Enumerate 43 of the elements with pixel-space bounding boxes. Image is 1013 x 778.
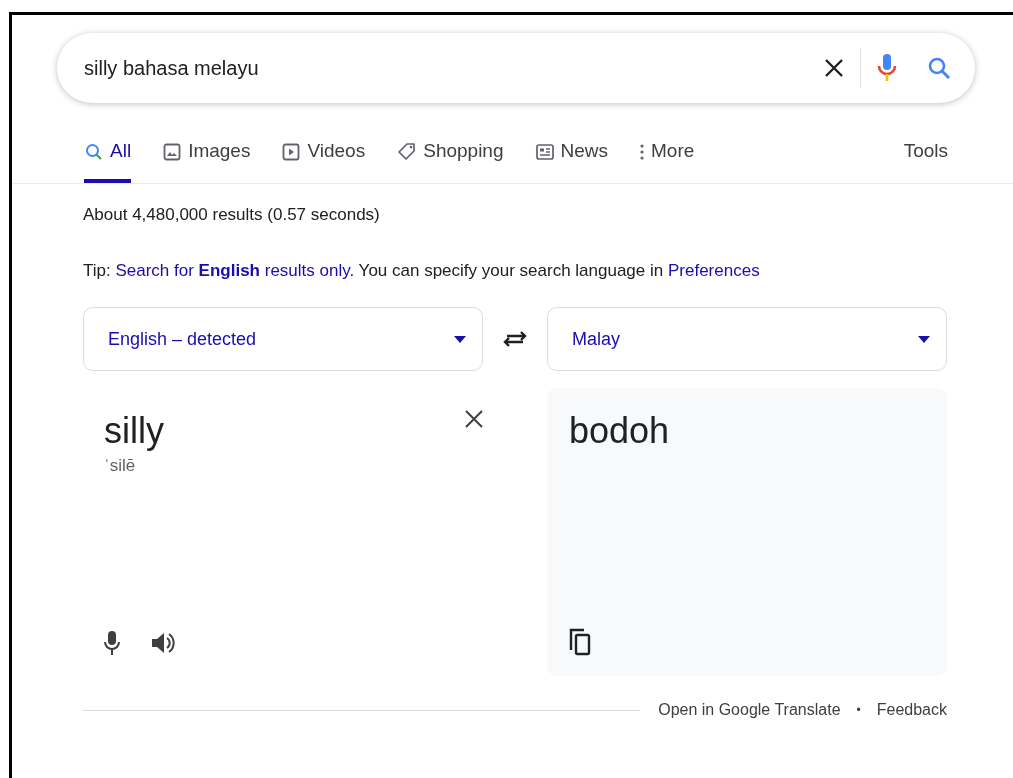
english-results-link[interactable]: Search for English results only — [115, 261, 350, 280]
play-icon — [282, 143, 301, 161]
caret-icon — [918, 335, 930, 343]
speaker-icon — [150, 631, 176, 655]
search-tab[interactable]: News — [534, 136, 608, 183]
swap-icon — [503, 329, 527, 349]
search-tab[interactable]: All — [84, 136, 132, 183]
close-icon — [824, 58, 844, 78]
copy-button[interactable] — [569, 628, 591, 656]
pronunciation: ˈsilē — [104, 456, 137, 476]
source-language-select[interactable]: English – detected — [83, 307, 484, 371]
feedback-link[interactable]: Feedback — [876, 701, 947, 719]
clear-button[interactable] — [824, 58, 844, 78]
translation-text: bodoh — [569, 410, 670, 452]
image-icon — [163, 143, 182, 161]
preferences-link[interactable]: Preferences — [668, 261, 760, 280]
tag-icon — [397, 142, 417, 161]
newspaper-icon — [535, 144, 554, 160]
search-tab[interactable]: Videos — [281, 136, 366, 183]
close-icon — [465, 410, 483, 428]
more-icon — [640, 143, 644, 161]
search-tab[interactable]: More — [639, 136, 695, 183]
search-field[interactable]: silly bahasa melayu — [84, 56, 824, 80]
microphone-icon — [877, 53, 897, 83]
open-in-translate-link[interactable]: Open in Google Translate — [658, 701, 841, 719]
voice-search-button[interactable] — [877, 53, 897, 83]
result-stats: About 4,480,000 results (0.57 seconds) — [83, 205, 381, 225]
search-tab[interactable]: Images — [162, 136, 251, 183]
separator-dot: • — [856, 703, 861, 717]
search-tab[interactable]: Shopping — [396, 136, 504, 183]
clear-text-button[interactable] — [465, 410, 483, 428]
copy-icon — [569, 628, 591, 656]
microphone-icon — [104, 630, 120, 656]
search-icon — [85, 143, 103, 161]
search-tip: Tip: Search for English results only. You can specify your search language in Preferences — [83, 261, 761, 281]
source-text: silly — [104, 410, 164, 452]
target-language-select[interactable]: Malay — [546, 307, 947, 371]
caret-icon — [454, 335, 467, 343]
tools-button[interactable]: Tools — [903, 136, 948, 162]
search-button[interactable] — [927, 56, 951, 80]
listen-button[interactable] — [150, 631, 176, 655]
microphone-button[interactable] — [104, 630, 120, 656]
search-icon — [927, 56, 951, 80]
